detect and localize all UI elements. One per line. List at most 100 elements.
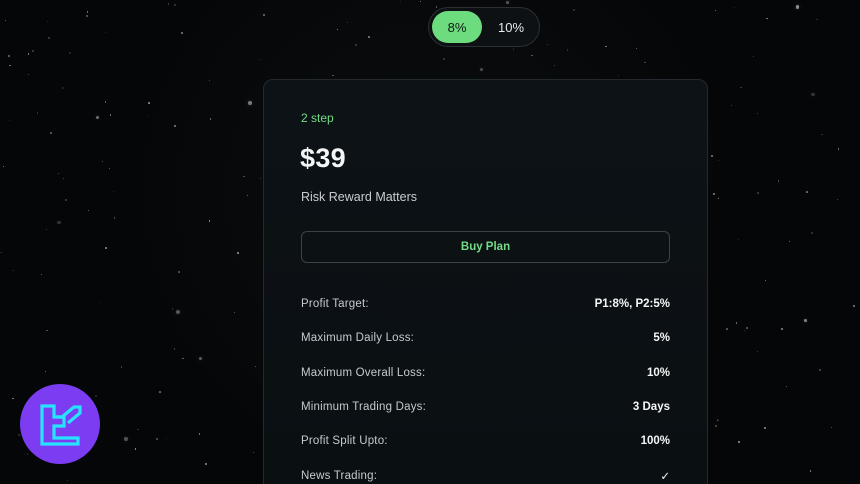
feature-row-max-daily-loss: Maximum Daily Loss: 5% [301, 321, 670, 355]
star-dot [124, 437, 128, 441]
star-dot [764, 279, 767, 282]
star-dot [746, 326, 749, 329]
star-dot [44, 370, 47, 373]
feature-label: Minimum Trading Days: [301, 401, 426, 414]
star-dot [40, 273, 42, 275]
star-dot [100, 302, 102, 303]
star-dot [644, 61, 646, 64]
star-dot [553, 65, 555, 67]
star-dot [738, 441, 740, 443]
star-dot [735, 322, 738, 325]
star-dot [566, 49, 569, 51]
star-dot [764, 426, 766, 429]
feature-value: 3 Days [632, 401, 670, 414]
star-dot [714, 9, 716, 11]
star-dot [547, 43, 549, 45]
star-dot [101, 160, 103, 162]
star-dot [756, 351, 758, 353]
star-dot [57, 220, 61, 225]
feature-value: 10% [646, 366, 670, 379]
star-dot [263, 13, 266, 16]
plan-features-list: Profit Target: P1:8%, P2:5% Maximum Dail… [301, 287, 670, 484]
percentage-toggle: 8% 10% [428, 7, 540, 47]
feature-row-profit-split: Profit Split Upto: 100% [301, 424, 670, 458]
star-dot [104, 101, 107, 103]
star-dot [752, 55, 755, 58]
feature-row-profit-target: Profit Target: P1:8%, P2:5% [301, 287, 670, 321]
feature-value: 5% [653, 332, 670, 345]
star-dot [237, 252, 239, 254]
buy-plan-button[interactable]: Buy Plan [301, 231, 670, 263]
star-dot [66, 480, 68, 482]
star-dot [104, 31, 106, 34]
star-dot [209, 118, 212, 120]
star-dot [785, 385, 787, 387]
plan-subtitle: Risk Reward Matters [301, 190, 417, 204]
star-dot [8, 119, 11, 121]
star-dot [811, 92, 815, 96]
star-dot [50, 131, 53, 134]
star-dot [62, 87, 65, 90]
star-dot [818, 368, 821, 371]
star-dot [45, 229, 47, 231]
star-dot [62, 178, 64, 180]
star-dot [756, 113, 758, 115]
star-dot [506, 0, 510, 4]
star-dot [442, 57, 445, 60]
star-dot [68, 52, 72, 55]
star-dot [617, 74, 619, 76]
star-dot [0, 251, 2, 254]
star-dot [173, 348, 176, 350]
star-dot [28, 53, 30, 55]
star-dot [12, 269, 14, 272]
toggle-option-10-percent[interactable]: 10% [486, 11, 536, 43]
star-dot [253, 451, 255, 454]
star-dot [209, 79, 211, 81]
star-dot [809, 470, 811, 472]
star-dot [47, 21, 49, 23]
star-dot [148, 102, 151, 105]
star-dot [113, 191, 114, 193]
star-dot [173, 124, 176, 127]
star-dot [171, 308, 173, 310]
star-dot [167, 3, 170, 5]
star-dot [147, 114, 149, 116]
star-dot [182, 357, 184, 360]
star-dot [46, 329, 48, 332]
star-dot [820, 133, 823, 136]
star-dot [718, 160, 720, 162]
star-dot [780, 328, 783, 331]
star-dot [714, 425, 717, 428]
brand-logo-glyph [40, 404, 82, 446]
star-dot [18, 433, 20, 436]
star-dot [711, 154, 713, 157]
star-dot [88, 209, 90, 211]
star-dot [788, 241, 790, 243]
star-dot [204, 463, 207, 465]
star-dot [9, 64, 11, 67]
star-dot [48, 37, 51, 40]
check-icon: ✓ [660, 470, 670, 483]
star-dot [777, 180, 779, 182]
star-dot [332, 74, 334, 77]
feature-label: Maximum Daily Loss: [301, 332, 415, 345]
star-dot [181, 32, 183, 34]
feature-label: News Trading: [301, 469, 378, 482]
star-dot [795, 5, 799, 9]
toggle-option-8-percent[interactable]: 8% [432, 11, 482, 43]
star-dot [435, 6, 438, 8]
star-dot [8, 55, 10, 57]
star-dot [86, 11, 88, 13]
star-dot [243, 175, 245, 177]
star-dot [176, 309, 181, 314]
feature-row-news-trading: News Trading: ✓ [301, 458, 670, 484]
star-dot [64, 199, 67, 202]
star-dot [32, 49, 35, 52]
plan-card: 2 step $39 Risk Reward Matters Buy Plan … [263, 79, 708, 484]
star-dot [260, 178, 262, 180]
star-dot [743, 329, 746, 332]
star-dot [512, 48, 515, 50]
star-dot [713, 193, 715, 196]
star-dot [368, 36, 370, 38]
feature-row-max-overall-loss: Maximum Overall Loss: 10% [301, 356, 670, 390]
